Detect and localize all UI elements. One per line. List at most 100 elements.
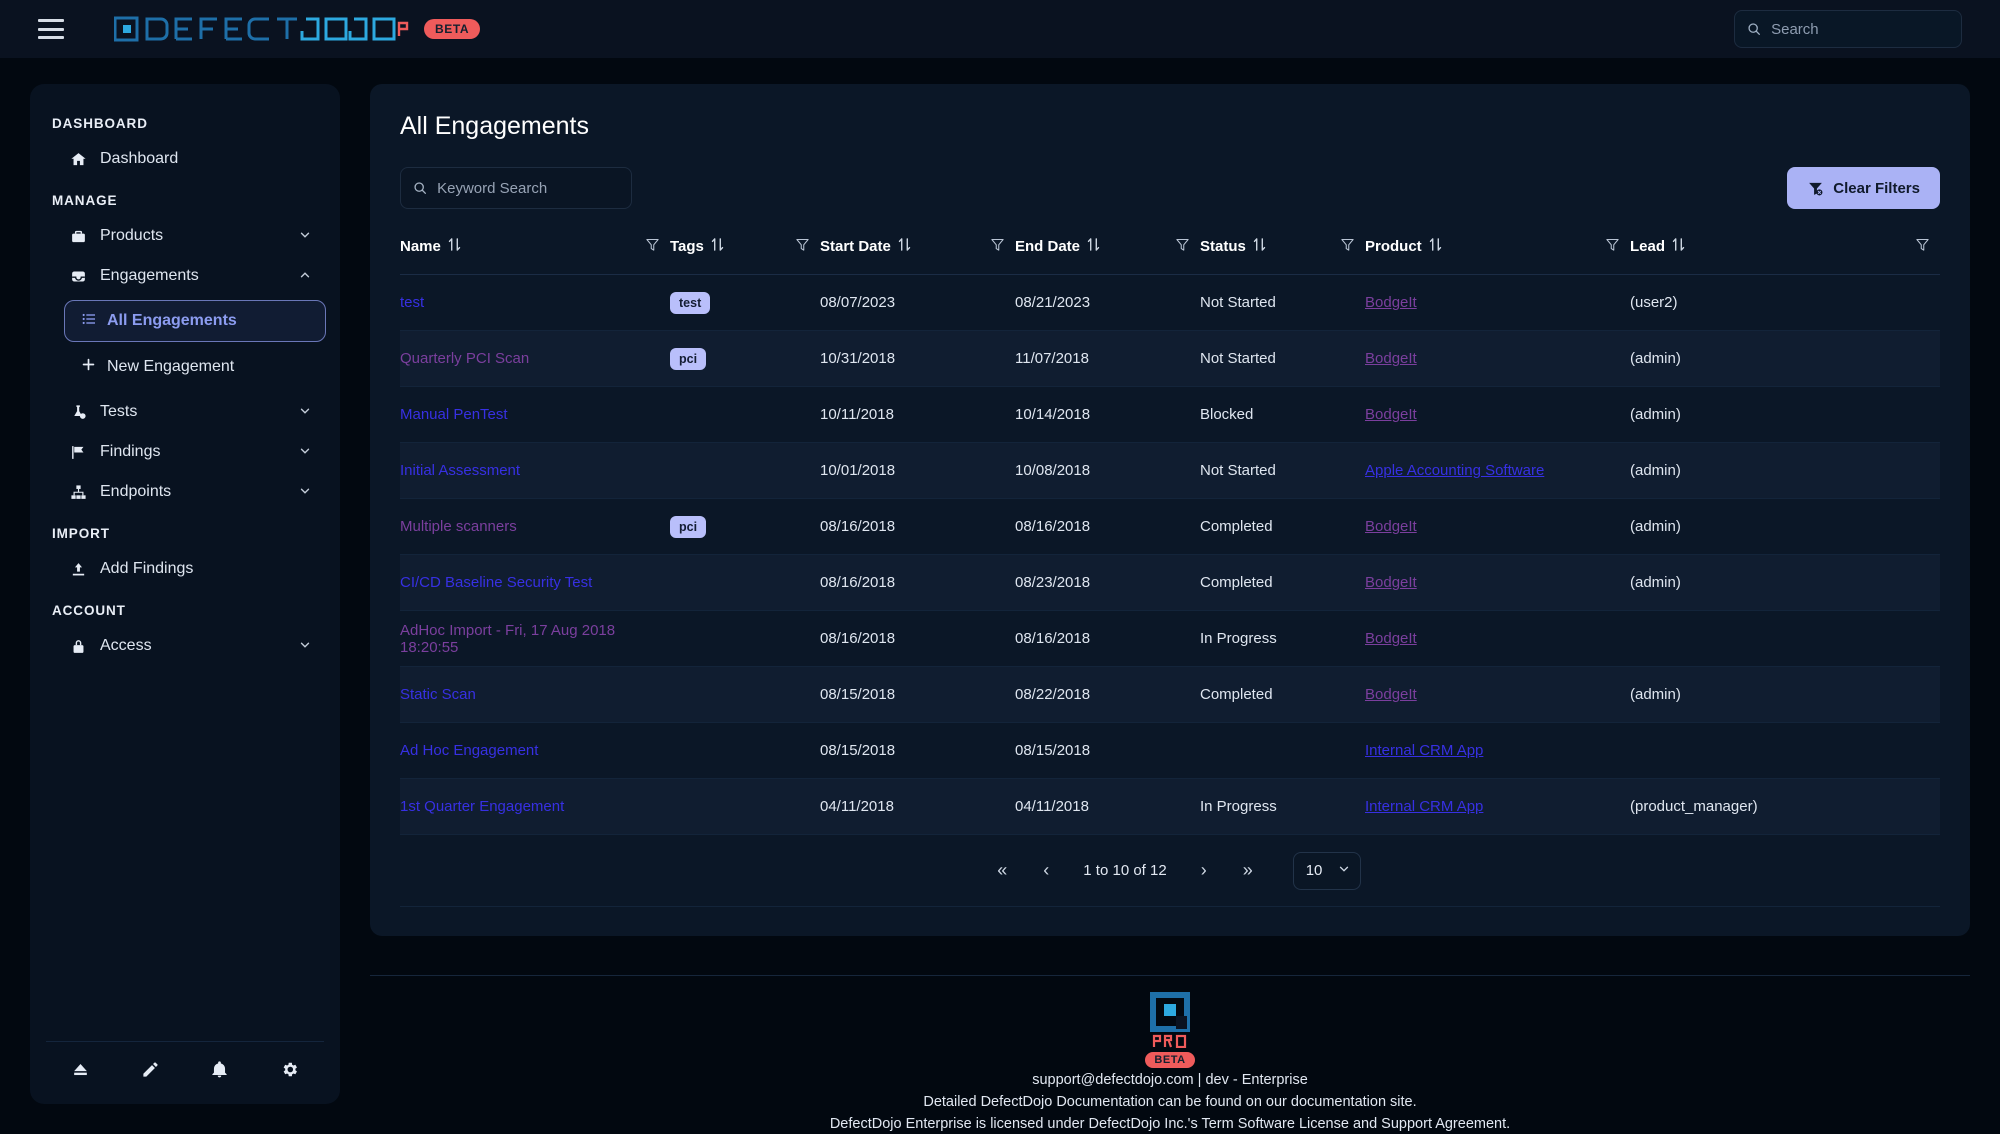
filter-icon[interactable] [795,237,810,256]
chevron-up-icon[interactable] [298,268,312,285]
cell-name: CI/CD Baseline Security Test [400,555,670,611]
eject-icon[interactable] [71,1060,90,1084]
sidebar-item-engagements[interactable]: Engagements [44,256,326,296]
sort-icon[interactable] [898,237,911,256]
sort-icon[interactable] [1253,237,1266,256]
plus-icon [80,356,97,378]
cell-tags: pci [670,331,820,387]
sidebar-item-new-engagement[interactable]: New Engagement [64,346,326,388]
table-row[interactable]: Initial Assessment10/01/201810/08/2018No… [400,443,1940,499]
global-search[interactable] [1734,10,1962,48]
pagination-last-button[interactable]: » [1225,860,1271,881]
sort-icon[interactable] [1672,237,1685,256]
product-link[interactable]: BodgeIt [1365,630,1417,647]
product-link[interactable]: BodgeIt [1365,574,1417,591]
product-link[interactable]: Apple Accounting Software [1365,462,1544,479]
product-link[interactable]: Internal CRM App [1365,742,1483,759]
engagement-name-link[interactable]: Manual PenTest [400,406,508,423]
top-bar: BETA [0,0,2000,58]
pagination-prev-button[interactable]: ‹ [1025,860,1067,881]
product-link[interactable]: BodgeIt [1365,294,1417,311]
sort-icon[interactable] [448,237,461,256]
cell-tags [670,723,820,779]
tag-chip[interactable]: test [670,292,710,314]
chevron-down-icon[interactable] [298,444,312,461]
sidebar-item-findings[interactable]: Findings [44,432,326,472]
sidebar-item-label: Products [100,227,163,245]
chevron-down-icon[interactable] [298,228,312,245]
engagement-name-link[interactable]: 1st Quarter Engagement [400,798,564,815]
table-row[interactable]: AdHoc Import - Fri, 17 Aug 2018 18:20:55… [400,611,1940,667]
filter-icon[interactable] [1605,237,1620,256]
tag-chip[interactable]: pci [670,348,706,370]
engagement-name-link[interactable]: Quarterly PCI Scan [400,350,529,367]
sort-icon[interactable] [1429,237,1442,256]
table-row[interactable]: Static Scan08/15/201808/22/2018Completed… [400,667,1940,723]
cell-end-date: 08/16/2018 [1015,499,1200,555]
engagement-name-link[interactable]: Initial Assessment [400,462,520,479]
sidebar-item-all-engagements[interactable]: All Engagements [64,300,326,342]
engagement-name-link[interactable]: Multiple scanners [400,518,517,535]
gear-icon[interactable] [280,1060,299,1084]
sidebar-item-dashboard[interactable]: Dashboard [44,139,326,179]
pencil-icon[interactable] [141,1060,160,1084]
table-header: Name Tags [400,237,1940,275]
chevron-down-icon[interactable] [298,484,312,501]
cell-product: BodgeIt [1365,555,1630,611]
filter-icon[interactable] [1340,237,1355,256]
cell-start-date: 04/11/2018 [820,779,1015,835]
table-row[interactable]: testtest08/07/202308/21/2023Not StartedB… [400,275,1940,331]
table-row[interactable]: Multiple scannerspci08/16/201808/16/2018… [400,499,1940,555]
column-header-label: Product [1365,238,1422,255]
table-row[interactable]: CI/CD Baseline Security Test08/16/201808… [400,555,1940,611]
filter-icon[interactable] [645,237,660,256]
bell-icon[interactable] [210,1060,229,1084]
product-link[interactable]: Internal CRM App [1365,798,1483,815]
chevron-down-icon[interactable] [298,404,312,421]
defectdojo-wordmark-icon [114,14,414,44]
keyword-search-input[interactable] [437,180,619,197]
tag-chip[interactable]: pci [670,516,706,538]
sidebar-item-add-findings[interactable]: Add Findings [44,549,326,589]
filter-icon[interactable] [990,237,1005,256]
product-link[interactable]: BodgeIt [1365,518,1417,535]
sitemap-icon [70,484,92,501]
sidebar-item-access[interactable]: Access [44,626,326,666]
sidebar-item-products[interactable]: Products [44,216,326,256]
engagement-name-link[interactable]: test [400,294,424,311]
cell-start-date: 10/11/2018 [820,387,1015,443]
cell-lead: (admin) [1630,667,1940,723]
engagement-name-link[interactable]: AdHoc Import - Fri, 17 Aug 2018 18:20:55 [400,622,615,656]
sort-icon[interactable] [711,237,724,256]
global-search-input[interactable] [1771,21,1949,38]
column-header-label: Tags [670,238,704,255]
clear-filters-button[interactable]: Clear Filters [1787,167,1940,209]
brand-logo[interactable]: BETA [114,14,480,44]
chevron-down-icon[interactable] [298,638,312,655]
table-row[interactable]: 1st Quarter Engagement04/11/201804/11/20… [400,779,1940,835]
cell-lead [1630,611,1940,667]
sidebar-item-tests[interactable]: Tests [44,392,326,432]
footer-support-line: support@defectdojo.com | dev - Enterpris… [370,1071,1970,1090]
product-link[interactable]: BodgeIt [1365,406,1417,423]
table-row[interactable]: Ad Hoc Engagement08/15/201808/15/2018Int… [400,723,1940,779]
pagination-first-button[interactable]: « [979,860,1025,881]
cell-end-date: 08/21/2023 [1015,275,1200,331]
product-link[interactable]: BodgeIt [1365,350,1417,367]
table-row[interactable]: Manual PenTest10/11/201810/14/2018Blocke… [400,387,1940,443]
page-size-value: 10 [1306,862,1323,879]
engagement-name-link[interactable]: Static Scan [400,686,476,703]
engagement-name-link[interactable]: CI/CD Baseline Security Test [400,574,592,591]
filter-icon[interactable] [1915,237,1930,256]
sort-icon[interactable] [1087,237,1100,256]
filter-icon[interactable] [1175,237,1190,256]
engagement-name-link[interactable]: Ad Hoc Engagement [400,742,538,759]
pagination-next-button[interactable]: › [1183,860,1225,881]
product-link[interactable]: BodgeIt [1365,686,1417,703]
keyword-search[interactable] [400,167,632,209]
table-row[interactable]: Quarterly PCI Scanpci10/31/201811/07/201… [400,331,1940,387]
page-size-select[interactable]: 10 [1293,852,1361,890]
sidebar-item-endpoints[interactable]: Endpoints [44,472,326,512]
hamburger-icon[interactable] [38,19,64,39]
cell-lead [1630,723,1940,779]
